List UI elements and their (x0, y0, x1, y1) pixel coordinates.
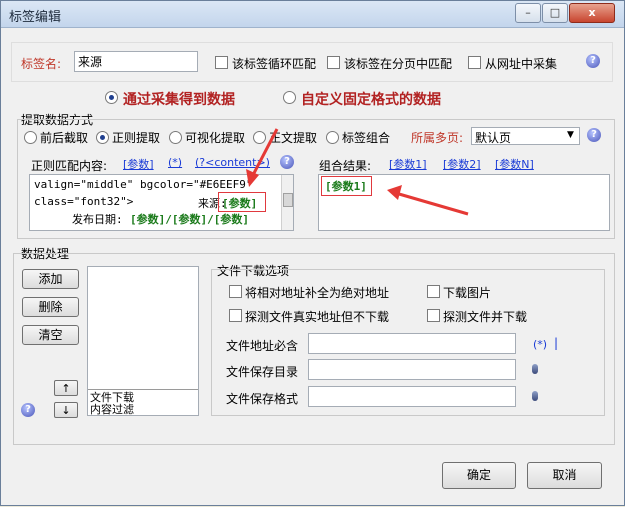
pin-icon[interactable] (532, 391, 538, 401)
text-cursor: | (554, 336, 559, 350)
pin-icon[interactable] (532, 364, 538, 374)
delete-button[interactable]: 删除 (22, 297, 79, 317)
list-item[interactable]: 内容过滤 (90, 401, 134, 415)
move-down-button[interactable]: ↓ (54, 402, 78, 418)
add-button[interactable]: 添加 (22, 269, 79, 289)
help-icon[interactable]: ? (21, 403, 35, 417)
process-list[interactable]: 文件下载 内容过滤 (87, 266, 199, 416)
probe-no-download-label: 探测文件真实地址但不下载 (245, 310, 390, 324)
move-up-button[interactable]: ↑ (54, 380, 78, 396)
relative-to-abs-checkbox[interactable] (229, 285, 242, 298)
probe-no-download-checkbox[interactable] (229, 309, 242, 322)
arrow-line (250, 128, 279, 178)
tag-edit-window: 标签编辑 – □ x 标签名: 来源 该标签循环匹配 该标签在分页中匹配 从网址… (0, 0, 625, 506)
must-contain-label: 文件地址必含 (226, 339, 299, 353)
wildcard-link[interactable]: (*) (533, 338, 547, 351)
download-images-label: 下载图片 (443, 286, 492, 300)
arrow-line (398, 192, 469, 216)
clear-button[interactable]: 清空 (22, 325, 79, 345)
ok-button[interactable]: 确定 (442, 462, 516, 489)
probe-and-download-checkbox[interactable] (427, 309, 440, 322)
save-format-input[interactable] (308, 386, 516, 407)
save-dir-input[interactable] (308, 359, 516, 380)
relative-to-abs-label: 将相对地址补全为绝对地址 (245, 286, 390, 300)
save-format-label: 文件保存格式 (226, 392, 299, 406)
cancel-button[interactable]: 取消 (527, 462, 602, 489)
download-images-checkbox[interactable] (427, 285, 440, 298)
arrow-head (246, 169, 259, 187)
arrow-head (387, 185, 402, 200)
must-contain-input[interactable] (308, 333, 516, 354)
save-dir-label: 文件保存目录 (226, 365, 299, 379)
probe-and-download-label: 探测文件并下载 (443, 310, 528, 324)
